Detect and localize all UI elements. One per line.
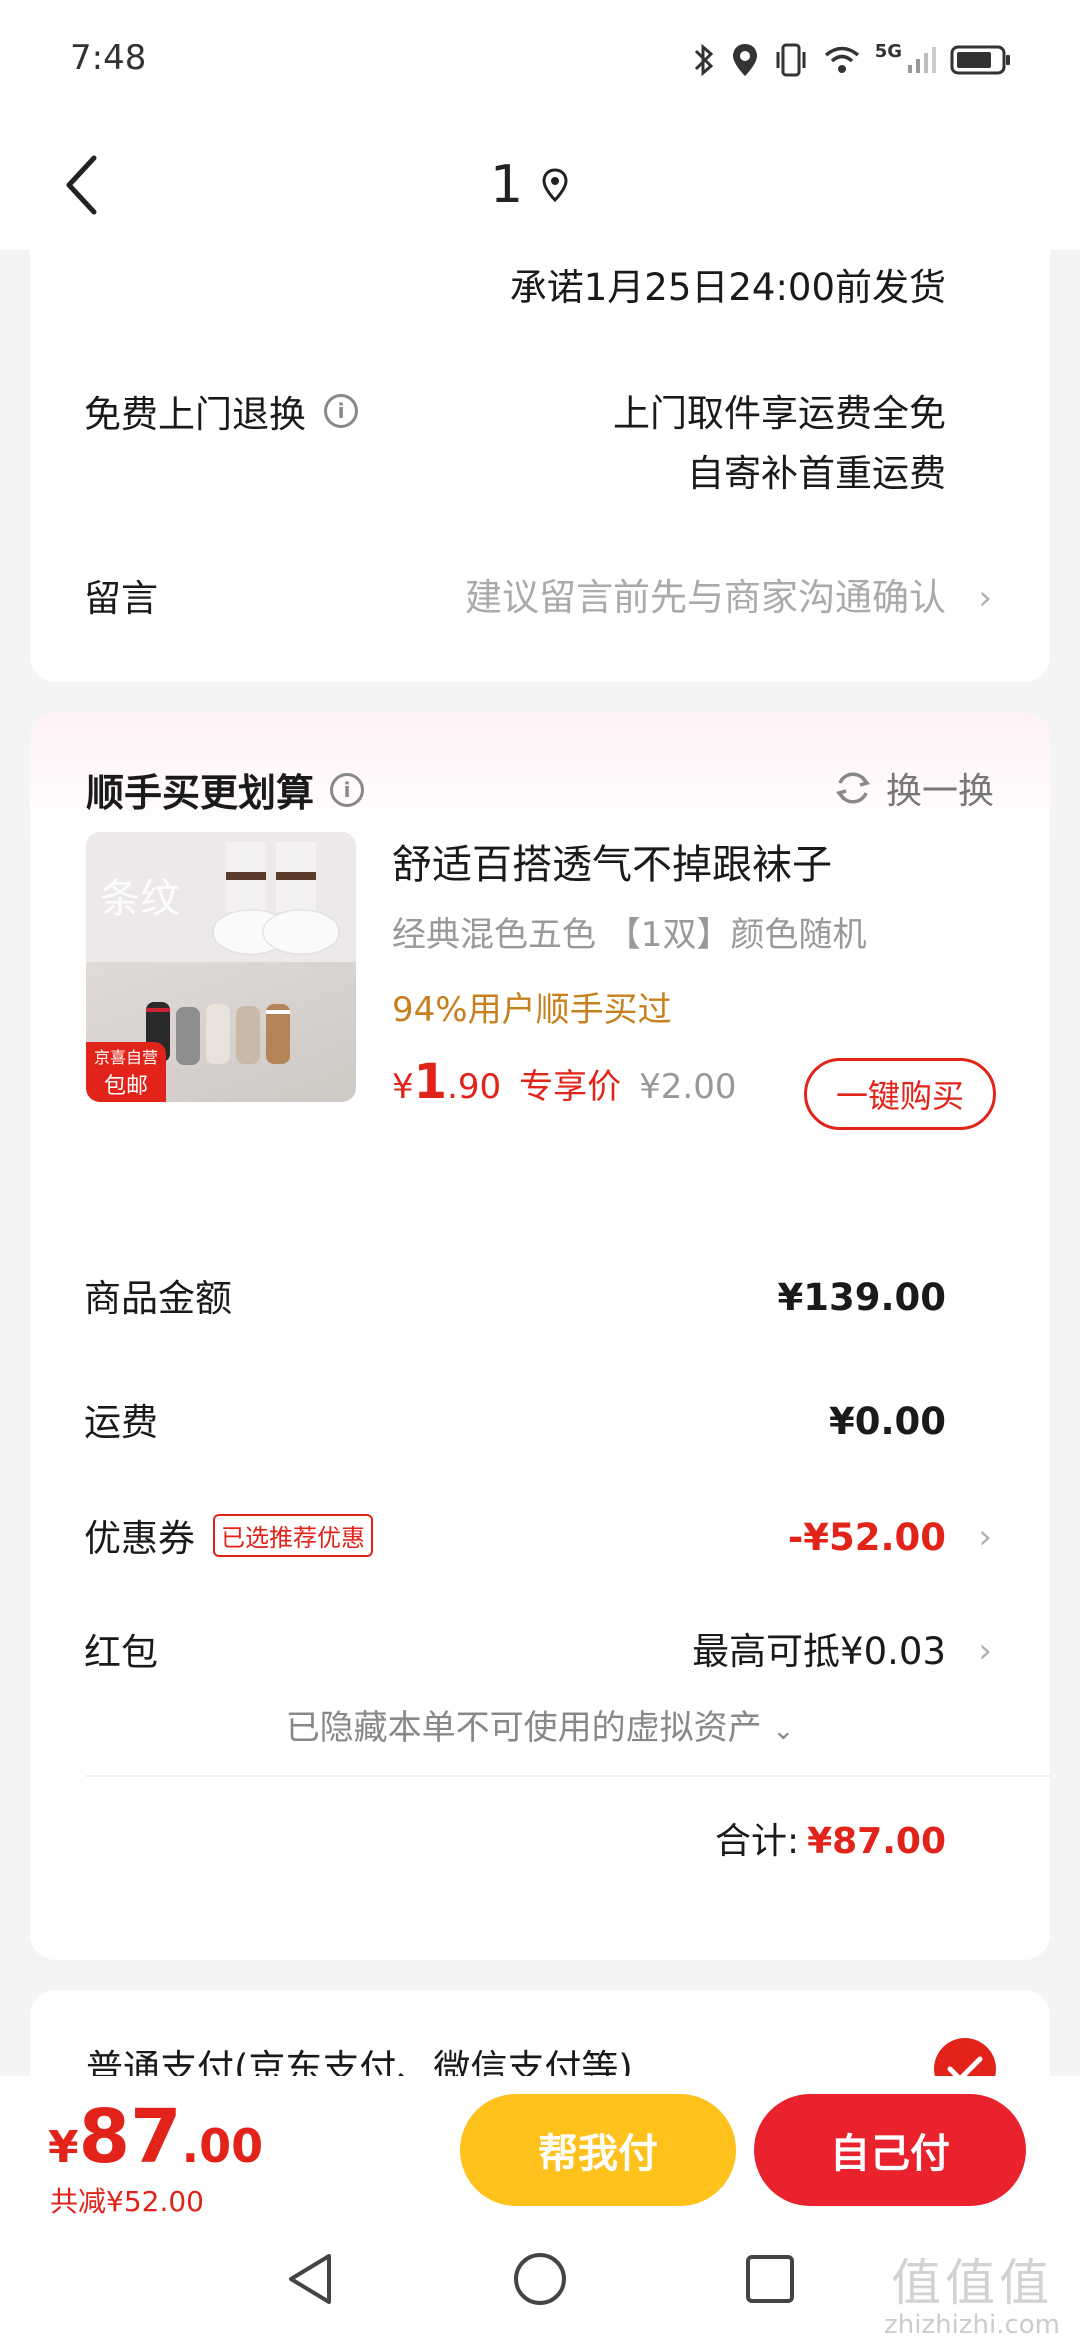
ship-promise: 承诺1月25日24:00前发货	[509, 266, 946, 309]
status-time: 7:48	[70, 38, 147, 78]
amount-card: 商品金额 ¥139.00 运费 ¥0.00 优惠券 已选推荐优惠 -¥52.00…	[30, 1210, 1050, 1960]
info-icon[interactable]: i	[330, 772, 365, 807]
coupon-label-wrap: 优惠券 已选推荐优惠	[84, 1508, 373, 1562]
price-tag: 专享价	[519, 1067, 622, 1107]
nav-back-triangle-icon[interactable]	[275, 2244, 345, 2314]
refresh-icon	[835, 772, 871, 804]
wifi-icon	[824, 46, 859, 73]
coupon-tag: 已选推荐优惠	[213, 1513, 373, 1557]
total-price-decimal: .00	[181, 2119, 264, 2173]
price-decimal: .90	[447, 1067, 502, 1107]
coupon-value: -¥52.00	[787, 1516, 946, 1559]
one-click-buy-button[interactable]: 一键购买	[804, 1058, 996, 1130]
total-price-int: 87	[78, 2094, 182, 2180]
return-line-2: 自寄补首重运费	[687, 452, 946, 495]
scroll-content[interactable]: 承诺1月25日24:00前发货 免费上门退换 i 上门取件享运费全免 自寄补首重…	[0, 250, 1080, 2076]
watermark-logo: 值值值	[891, 2254, 1054, 2312]
product-price: ¥1.90	[392, 1054, 501, 1110]
freight-value: ¥0.00	[828, 1400, 946, 1443]
badge-line-2: 包邮	[103, 1074, 148, 1099]
bought-rate: 94%用户顺手买过	[392, 990, 672, 1030]
hidden-assets-text: 已隐藏本单不可使用的虚拟资产	[285, 1708, 762, 1748]
upsell-title: 顺手买更划算	[86, 771, 315, 815]
return-label-wrap: 免费上门退换 i	[84, 384, 358, 438]
home-circle-icon[interactable]	[505, 2244, 575, 2314]
note-row[interactable]: 留言 建议留言前先与商家沟通确认	[84, 568, 946, 628]
return-label: 免费上门退换	[84, 393, 306, 436]
product-badge: 京喜自营 包邮	[86, 1042, 166, 1102]
goods-label: 商品金额	[84, 1277, 232, 1320]
location-icon	[732, 44, 757, 76]
coupon-label: 优惠券	[84, 1517, 195, 1560]
payment-label: 普通支付(京东支付、微信支付等)	[86, 2047, 633, 2076]
signal-icon	[908, 47, 936, 73]
page-title: 1	[490, 155, 524, 215]
freight-row: 运费 ¥0.00	[84, 1392, 946, 1452]
total-row: 合计: ¥87.00	[715, 1812, 946, 1864]
redpack-row[interactable]: 红包 最高可抵¥0.03	[84, 1622, 946, 1682]
delivery-promise-row: 承诺1月25日24:00前发货	[84, 258, 946, 318]
return-line-1: 上门取件享运费全免	[613, 392, 946, 435]
redpack-value: 最高可抵¥0.03	[692, 1630, 946, 1673]
nav-bar: 1	[0, 120, 1080, 250]
swap-label: 换一换	[885, 771, 994, 812]
chevron-right-icon: ›	[978, 1517, 992, 1557]
check-icon[interactable]	[934, 2038, 996, 2076]
help-pay-button[interactable]: 帮我付	[460, 2094, 736, 2206]
total-price: ¥ 87 .00	[48, 2094, 263, 2180]
goods-amount-row: 商品金额 ¥139.00	[84, 1268, 946, 1328]
bluetooth-icon	[694, 43, 713, 77]
note-label: 留言	[84, 577, 158, 620]
status-bar: 7:48 5G	[0, 0, 1080, 120]
price-row: ¥1.90 专享价 ¥2.00	[392, 1054, 736, 1110]
watermark-text: zhizhizhi.com	[884, 2310, 1060, 2340]
freight-label: 运费	[84, 1401, 158, 1444]
delivery-card: 承诺1月25日24:00前发货 免费上门退换 i 上门取件享运费全免 自寄补首重…	[30, 250, 1050, 682]
coupon-row[interactable]: 优惠券 已选推荐优惠 -¥52.00	[84, 1508, 946, 1568]
watermark: 值值值 zhizhizhi.com	[884, 2256, 1060, 2340]
return-value: 上门取件享运费全免 自寄补首重运费	[613, 384, 946, 504]
checkout-bar: ¥ 87 .00 共减¥52.00 帮我付 自己付	[0, 2076, 1080, 2218]
product-image[interactable]: 条纹 京喜自营 包邮	[86, 832, 356, 1102]
redpack-label: 红包	[84, 1631, 158, 1674]
total-price-symbol: ¥	[48, 2122, 79, 2173]
nav-title-area[interactable]: 1	[490, 152, 569, 218]
chevron-down-icon: ⌄	[772, 1716, 795, 1746]
system-nav-bar: 值值值 zhizhizhi.com	[0, 2216, 1080, 2340]
return-row[interactable]: 免费上门退换 i 上门取件享运费全免 自寄补首重运费	[84, 384, 946, 504]
badge-line-1: 京喜自营	[93, 1048, 158, 1067]
battery-icon	[950, 45, 1010, 75]
back-button[interactable]	[56, 145, 106, 225]
upsell-title-wrap: 顺手买更划算 i	[86, 762, 365, 817]
self-pay-button[interactable]: 自己付	[754, 2094, 1026, 2206]
product-spec: 经典混色五色 【1双】颜色随机	[392, 915, 867, 955]
product-name[interactable]: 舒适百搭透气不掉跟袜子	[392, 832, 832, 890]
divider	[86, 1775, 1050, 1777]
total-value: ¥87.00	[807, 1821, 946, 1862]
back-arrow-icon	[66, 155, 97, 215]
price-int: 1	[413, 1054, 448, 1110]
chevron-right-icon: ›	[978, 578, 992, 618]
original-price: ¥2.00	[639, 1067, 737, 1107]
note-placeholder: 建议留言前先与商家沟通确认	[465, 576, 946, 619]
saved-amount: 共减¥52.00	[50, 2185, 204, 2218]
hidden-assets-toggle[interactable]: 已隐藏本单不可使用的虚拟资产 ⌄	[30, 1700, 1050, 1749]
info-icon[interactable]: i	[324, 394, 358, 428]
goods-value: ¥139.00	[777, 1276, 946, 1319]
total-label: 合计:	[714, 1821, 800, 1862]
swap-button[interactable]: 换一换	[834, 762, 994, 814]
chevron-right-icon: ›	[978, 1631, 992, 1671]
location-pin-icon	[542, 168, 568, 202]
vibrate-icon	[776, 43, 806, 77]
recents-square-icon[interactable]	[735, 2244, 805, 2314]
price-symbol: ¥	[392, 1067, 414, 1107]
status-icons: 5G	[691, 40, 1012, 80]
network-label: 5G	[874, 41, 902, 62]
thumb-text: 条纹	[100, 876, 180, 922]
payment-card[interactable]: 普通支付(京东支付、微信支付等)	[30, 1990, 1050, 2076]
